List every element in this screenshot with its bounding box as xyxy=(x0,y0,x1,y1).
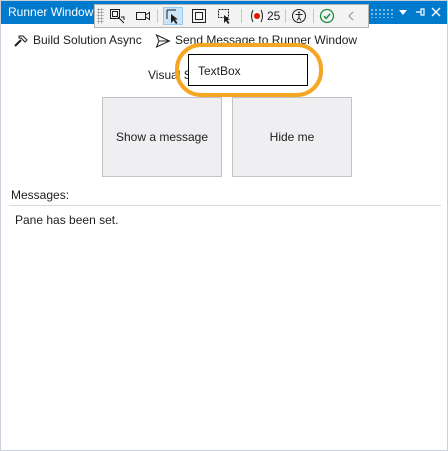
textbox[interactable]: TextBox xyxy=(188,54,308,86)
toolbar-separator xyxy=(285,9,286,23)
window-title: Runner Window xyxy=(8,5,94,19)
send-message-label: Send Message to Runner Window xyxy=(175,33,358,47)
select-element-icon[interactable] xyxy=(163,7,183,25)
visual-studio-label: Visual S xyxy=(148,68,192,82)
message-item: Pane has been set. xyxy=(15,213,119,227)
toolbar-grip[interactable] xyxy=(97,8,104,24)
runner-window: Runner Window 25 Build Solution Async Se… xyxy=(0,0,448,451)
window-menu-dropdown-icon[interactable] xyxy=(396,4,410,20)
messages-list: Pane has been set. xyxy=(9,205,441,448)
binding-failures-icon[interactable] xyxy=(247,7,267,25)
toolbar-separator xyxy=(157,9,158,23)
show-message-button[interactable]: Show a message xyxy=(102,97,222,177)
messages-label: Messages: xyxy=(11,188,70,202)
check-circle-icon[interactable] xyxy=(317,7,337,25)
toolbar-separator xyxy=(313,9,314,23)
hide-me-button[interactable]: Hide me xyxy=(232,97,352,177)
inspect-element-icon[interactable] xyxy=(107,7,127,25)
video-camera-icon[interactable] xyxy=(133,7,153,25)
build-hammer-icon xyxy=(14,35,28,47)
track-focused-element-icon[interactable] xyxy=(215,7,235,25)
auto-hide-pin-icon[interactable] xyxy=(413,4,427,20)
wpf-debug-toolbar: 25 xyxy=(94,4,369,28)
toolbar-separator xyxy=(241,9,242,23)
display-layout-adorners-icon[interactable] xyxy=(189,7,209,25)
build-solution-async-label: Build Solution Async xyxy=(33,33,142,47)
accessibility-icon[interactable] xyxy=(289,7,309,25)
command-bar: Build Solution Async Send Message to Run… xyxy=(1,29,447,51)
send-arrow-icon xyxy=(155,34,171,48)
binding-failures-count: 25 xyxy=(267,9,281,23)
chevron-left-icon[interactable] xyxy=(341,7,361,25)
textbox-value: TextBox xyxy=(198,64,241,78)
close-icon[interactable] xyxy=(429,4,443,20)
